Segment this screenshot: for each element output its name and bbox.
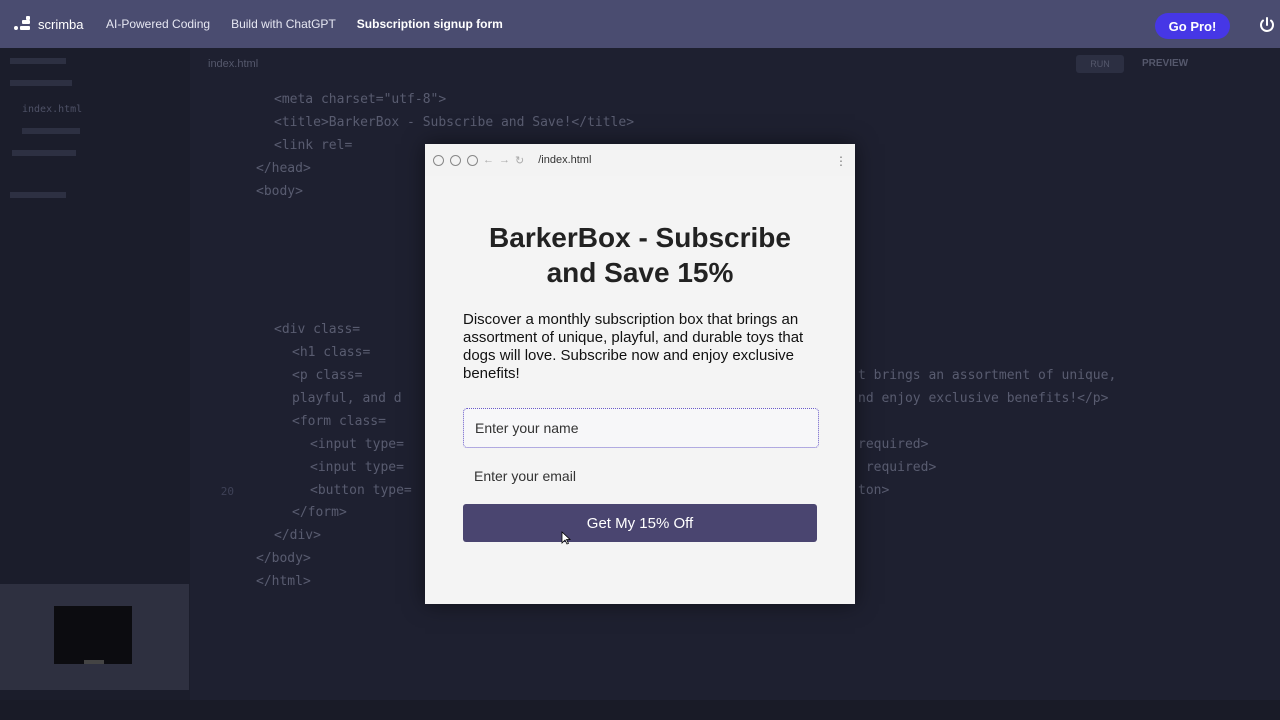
preview-window: ← → ↻ /index.html ⋮ BarkerBox - Subscrib… [425, 144, 855, 604]
code-line: playful, and d [292, 391, 402, 406]
code-line: </div> [274, 528, 321, 543]
breadcrumb-lesson[interactable]: Subscription signup form [357, 17, 503, 31]
code-line: <h1 class= [292, 345, 371, 360]
code-line: <input type= [310, 460, 404, 475]
code-line: required> [858, 460, 937, 475]
name-input[interactable]: Enter your name [463, 408, 819, 448]
reload-icon[interactable]: ↻ [515, 154, 524, 167]
code-line: <body> [256, 184, 303, 199]
forward-arrow-icon[interactable]: → [499, 154, 510, 166]
code-line: <meta charset="utf-8"> [274, 92, 447, 107]
description: Discover a monthly subscription box that… [463, 311, 804, 382]
logo-text: scrimba [38, 16, 84, 32]
go-pro-button[interactable]: Go Pro! [1155, 13, 1230, 39]
get-discount-button[interactable]: Get My 15% Off [463, 504, 817, 542]
code-line: <form class= [292, 414, 386, 429]
preview-button[interactable]: PREVIEW [1142, 58, 1188, 69]
browser-toolbar: ← → ↻ /index.html ⋮ [425, 144, 855, 176]
window-close-icon[interactable] [433, 154, 444, 166]
url-bar[interactable]: /index.html [538, 154, 591, 166]
code-line: <link rel= [274, 138, 353, 153]
mouse-cursor-icon [561, 531, 571, 545]
breadcrumb-module[interactable]: Build with ChatGPT [231, 17, 336, 31]
code-line: <div class= [274, 322, 361, 337]
more-options-icon[interactable]: ⋮ [835, 154, 847, 168]
code-line: <p class= [292, 368, 363, 383]
bottom-toolbar [0, 700, 1280, 720]
breadcrumb: AI-Powered Coding Build with ChatGPT Sub… [106, 17, 524, 31]
back-arrow-icon[interactable]: ← [483, 154, 494, 166]
code-line: t brings an assortment of unique, [858, 368, 1117, 383]
email-input[interactable]: Enter your email [463, 456, 819, 496]
scrimba-logo-icon [10, 13, 32, 35]
top-nav: scrimba AI-Powered Coding Build with Cha… [0, 0, 1280, 48]
run-button[interactable]: RUN [1076, 55, 1124, 73]
line-number: 20 [220, 485, 234, 498]
code-line: </html> [256, 574, 311, 589]
instructor-video[interactable] [0, 584, 189, 690]
window-minimize-icon[interactable] [450, 154, 461, 166]
code-line: ton> [858, 483, 890, 498]
scrimba-logo[interactable]: scrimba [10, 13, 96, 35]
code-line: <title>BarkerBox - Subscribe and Save!</… [274, 115, 635, 130]
code-line: </head> [256, 161, 311, 176]
code-line: <button type= [310, 483, 412, 498]
code-line: </body> [256, 551, 311, 566]
code-line: required> [858, 437, 929, 452]
code-line: nd enjoy exclusive benefits!</p> [858, 391, 1109, 406]
file-index-html[interactable]: index.html [22, 104, 82, 115]
code-line: </form> [292, 505, 347, 520]
window-maximize-icon[interactable] [467, 154, 478, 166]
editor-tab-index[interactable]: index.html [208, 58, 258, 70]
breadcrumb-course[interactable]: AI-Powered Coding [106, 17, 210, 31]
page-title: BarkerBox - Subscribe and Save 15% [489, 222, 791, 288]
code-line: <input type= [310, 437, 404, 452]
power-icon[interactable] [1258, 16, 1276, 34]
video-screen [54, 606, 132, 664]
